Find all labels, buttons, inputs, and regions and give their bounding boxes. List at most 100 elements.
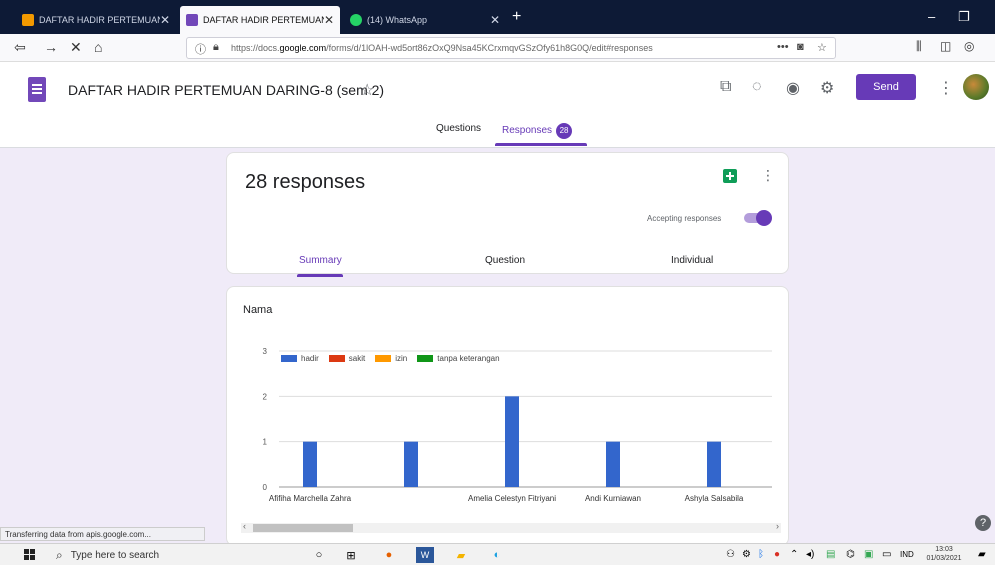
responses-more-icon[interactable]: ⋮	[761, 167, 775, 184]
volume-icon[interactable]: ◂)	[806, 549, 814, 560]
accepting-responses-toggle[interactable]	[744, 210, 772, 226]
cortana-circle-icon[interactable]: ○	[310, 547, 328, 563]
battery-icon[interactable]: ▭	[882, 549, 891, 560]
language-indicator[interactable]: IND	[900, 550, 914, 559]
bar-chart: 0 1 2 3 Afifiha Marchella Zahra Amelia Celest…	[263, 347, 772, 503]
y-tick-label: 0	[263, 483, 268, 492]
settings-gear-icon[interactable]: ⚙	[820, 78, 834, 98]
file-explorer-icon[interactable]: ▰	[452, 547, 470, 563]
avatar[interactable]	[963, 74, 989, 100]
tab-question[interactable]: Question	[485, 255, 525, 266]
active-tab-indicator	[495, 143, 587, 146]
help-icon[interactable]: ?	[975, 515, 991, 531]
clock-date: 01/03/2021	[926, 555, 962, 562]
search-icon: ⌕	[56, 547, 63, 562]
pocket-icon[interactable]: ◙	[797, 41, 804, 53]
windows-start-icon[interactable]	[24, 549, 36, 561]
address-bar[interactable]: ⓘ 🔒︎ https://docs.google.com/forms/d/1lO…	[186, 37, 836, 59]
tray-app-icon[interactable]: ⚙	[742, 549, 751, 560]
star-icon[interactable]: ☆	[360, 80, 374, 100]
search-placeholder: Type here to search	[70, 549, 160, 561]
bar	[303, 441, 317, 487]
preview-eye-icon[interactable]: ◉	[786, 78, 800, 98]
network-icon[interactable]: ⌬	[846, 549, 855, 560]
firefox-icon[interactable]: ●	[380, 547, 398, 563]
tray-app-icon[interactable]: ⚇	[726, 549, 735, 560]
more-options-icon[interactable]: ⋮	[938, 78, 954, 98]
tray-app-icon[interactable]: ●	[774, 549, 780, 560]
toggle-knob	[756, 210, 772, 226]
browser-tab-1[interactable]: DAFTAR HADIR PERTEMUAN D ✕	[16, 6, 176, 34]
sidebar-icon[interactable]: ◫	[940, 39, 951, 53]
tab-responses[interactable]: Responses 28	[502, 123, 573, 139]
edge-icon[interactable]: ◐	[488, 547, 506, 563]
more-actions-icon[interactable]: •••	[777, 41, 789, 53]
close-tab-icon[interactable]: ✕	[324, 13, 334, 27]
responses-count: 28 responses	[245, 171, 366, 193]
send-button[interactable]: Send	[856, 74, 916, 100]
x-tick-label: Amelia Celestyn Fitriyani	[468, 494, 556, 503]
minimize-icon[interactable]: –	[928, 9, 935, 24]
forms-icon	[186, 14, 198, 26]
forms-logo-icon[interactable]	[28, 77, 46, 102]
bluetooth-icon[interactable]: ᛒ	[758, 549, 764, 560]
task-view-icon[interactable]: ⊞	[342, 547, 360, 563]
back-icon[interactable]: ⇦	[14, 39, 26, 56]
tray-app-icon[interactable]: ▣	[864, 549, 873, 560]
forms-header: DAFTAR HADIR PERTEMUAN DARING-8 (sem 2) …	[0, 62, 995, 148]
y-tick-label: 1	[263, 438, 268, 447]
form-tabs: Questions Responses 28	[0, 119, 995, 147]
close-tab-icon[interactable]: ✕	[490, 13, 500, 27]
library-icon[interactable]: ⫼	[916, 39, 922, 54]
scroll-left-icon[interactable]: ‹	[243, 521, 246, 531]
bar	[707, 441, 721, 487]
chart-horizontal-scrollbar[interactable]: ‹ ›	[241, 521, 781, 533]
url-text: https://docs.google.com/forms/d/1lOAH-wd…	[231, 43, 653, 53]
page-info-icon[interactable]: ⓘ	[195, 41, 206, 57]
bookmark-star-icon[interactable]: ☆	[817, 41, 827, 54]
tray-app-icon[interactable]: ▤	[826, 549, 835, 560]
scroll-right-icon[interactable]: ›	[776, 521, 779, 531]
tab-responses-label: Responses	[502, 125, 553, 136]
bar	[404, 441, 418, 487]
tray-expand-icon[interactable]: ⌃	[790, 549, 798, 560]
accepting-responses-label: Accepting responses	[647, 214, 722, 223]
palette-icon[interactable]: ◌	[752, 78, 762, 96]
clock-time: 13:03	[935, 546, 953, 553]
y-tick-label: 2	[263, 392, 268, 401]
close-tab-icon[interactable]: ✕	[160, 13, 170, 27]
responses-count-badge: 28	[556, 123, 573, 139]
notification-icon[interactable]: ▰	[978, 549, 986, 560]
forward-icon[interactable]: →	[44, 39, 58, 55]
taskbar-search[interactable]: ⌕ Type here to search	[48, 544, 298, 565]
bar	[505, 396, 519, 487]
scrollbar-thumb[interactable]	[253, 524, 353, 532]
restore-icon[interactable]: ❐	[958, 9, 970, 25]
summary-tab-indicator	[297, 274, 343, 277]
tab-summary[interactable]: Summary	[299, 255, 342, 266]
addon-puzzle-icon[interactable]: ⧉	[720, 78, 731, 96]
x-tick-label: Andi Kurniawan	[585, 494, 641, 503]
windows-taskbar: ⌕ Type here to search ○ ⊞ ● W ▰ ◐ ⚇ ⚙ ᛒ …	[0, 543, 995, 565]
taskbar-clock[interactable]: 13:03 01/03/2021	[922, 545, 966, 563]
tab-title: DAFTAR HADIR PERTEMUAN D	[203, 15, 324, 25]
form-title[interactable]: DAFTAR HADIR PERTEMUAN DARING-8 (sem 2)	[68, 82, 384, 98]
browser-navbar: ⇦ → ✕ ⌂ ⓘ 🔒︎ https://docs.google.com/for…	[0, 34, 995, 62]
account-icon[interactable]: ◎	[964, 39, 974, 53]
browser-tab-2[interactable]: DAFTAR HADIR PERTEMUAN D ✕	[180, 6, 340, 34]
stop-icon[interactable]: ✕	[70, 39, 82, 56]
word-icon[interactable]: W	[416, 547, 434, 563]
browser-tab-3[interactable]: (14) WhatsApp ✕	[344, 6, 506, 34]
tab-title: DAFTAR HADIR PERTEMUAN D	[39, 15, 160, 25]
question-summary-card: Nama hadir sakit izin tanpa keterangan 0…	[226, 286, 789, 546]
y-tick-label: 3	[263, 347, 268, 356]
lock-icon: 🔒︎	[213, 41, 219, 53]
sheets-icon[interactable]	[723, 169, 737, 183]
bar	[606, 441, 620, 487]
home-icon[interactable]: ⌂	[94, 39, 102, 55]
tab-questions[interactable]: Questions	[436, 123, 481, 134]
tab-individual[interactable]: Individual	[671, 255, 713, 266]
responses-summary-card: 28 responses ⋮ Accepting responses Summa…	[226, 152, 789, 277]
status-bar: Transferring data from apis.google.com..…	[0, 527, 205, 541]
new-tab-plus-icon[interactable]: +	[512, 8, 521, 26]
